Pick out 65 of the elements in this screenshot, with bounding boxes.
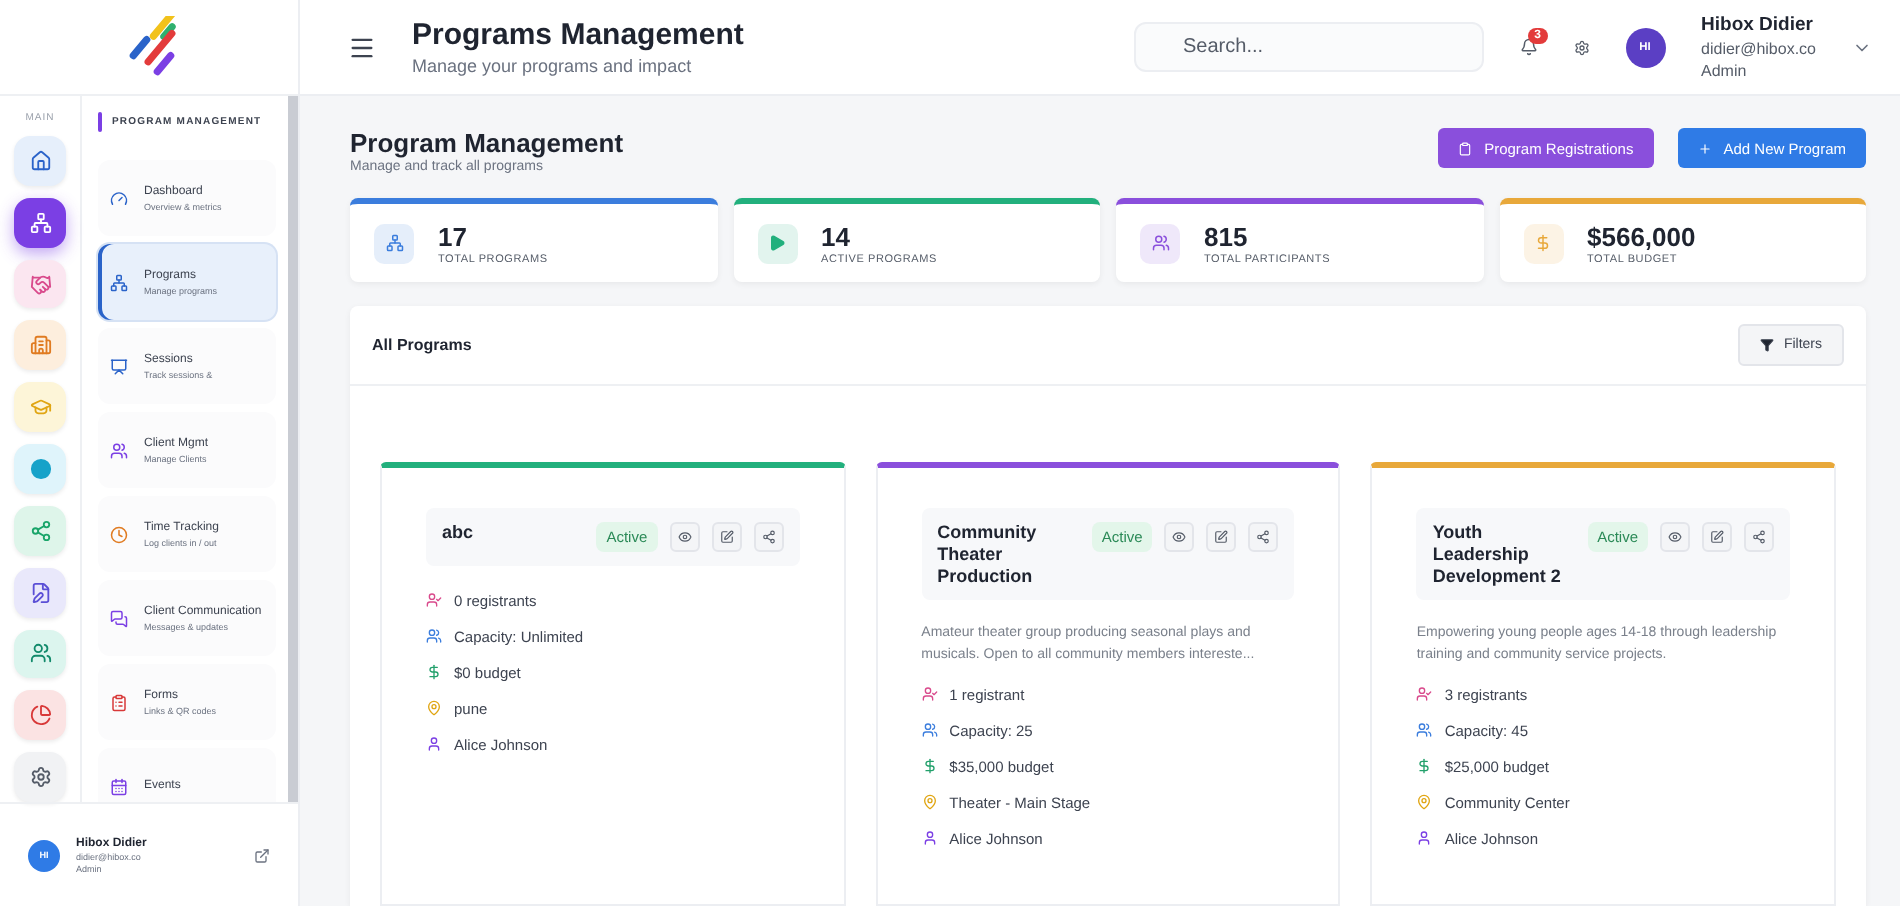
edit-icon [719,530,734,544]
user-email: didier@hibox.co [1701,40,1816,58]
eye-icon [677,530,692,544]
filter-icon [1759,338,1774,352]
building-icon [29,334,51,357]
view-button[interactable] [1164,522,1195,552]
rail-home-button[interactable] [14,136,66,186]
stat-value: 17 [438,221,469,251]
budget-icon [1416,758,1433,775]
rail-edit-button[interactable] [14,567,66,617]
edit-button[interactable] [711,522,742,552]
edit-icon [1214,530,1229,544]
budget-icon [921,758,938,775]
rail-team-button[interactable] [14,629,66,679]
user-name: Hibox Didier [1701,14,1815,36]
edit-icon [29,581,51,604]
rail-chart-button[interactable] [14,690,66,741]
page-title: Program Management [350,128,626,158]
edit-icon [1710,530,1724,544]
search-field[interactable]: Search... [1133,22,1484,72]
rail-building-button[interactable] [14,320,66,371]
location-icon [921,794,938,811]
program-title: abc [442,522,476,544]
program-title: Youth Leadership Development 2 [1432,522,1563,587]
header-subtitle: Manage your programs and impact [412,56,694,76]
clipboard-icon [1458,141,1473,155]
budget-icon [1523,223,1563,263]
location-icon [1416,794,1433,811]
user-role: Admin [1701,62,1749,80]
stat-value: 14 [821,221,852,251]
share-button[interactable] [753,522,784,552]
bell-icon[interactable] [1519,38,1538,56]
network-icon [29,519,51,542]
header-title: Programs Management [412,18,746,52]
rail-settings-button[interactable] [14,752,66,802]
rail-programs-button[interactable] [14,197,66,248]
circle-icon [29,457,51,480]
menu-icon[interactable] [348,33,376,61]
share-icon [1256,530,1271,544]
settings-icon[interactable] [1573,39,1590,55]
rail-circle-button[interactable] [14,444,66,494]
stat-value: $566,000 [1587,221,1698,251]
budget-icon [426,664,442,680]
share-button[interactable] [1248,522,1279,552]
share-icon [1752,530,1766,544]
share-icon [761,530,776,544]
logout-icon[interactable] [254,847,270,863]
program-title: Community Theater Production [937,522,1039,587]
share-button[interactable] [1744,522,1774,552]
handshake-icon [29,273,51,296]
home-icon [29,149,51,172]
location-icon [426,700,442,716]
edit-button[interactable] [1702,522,1732,552]
view-button[interactable] [1660,522,1690,552]
eye-icon [1668,530,1682,544]
panel-title: All Programs [372,336,472,354]
settings-icon [29,766,51,789]
chart-icon [29,704,51,727]
plus-icon [1697,141,1712,155]
view-button[interactable] [669,522,700,552]
eye-icon [1172,530,1187,544]
rail-network-button[interactable] [14,505,66,556]
rail-handshake-button[interactable] [14,259,66,309]
edit-button[interactable] [1206,522,1237,552]
stat-value: 815 [1204,221,1250,251]
